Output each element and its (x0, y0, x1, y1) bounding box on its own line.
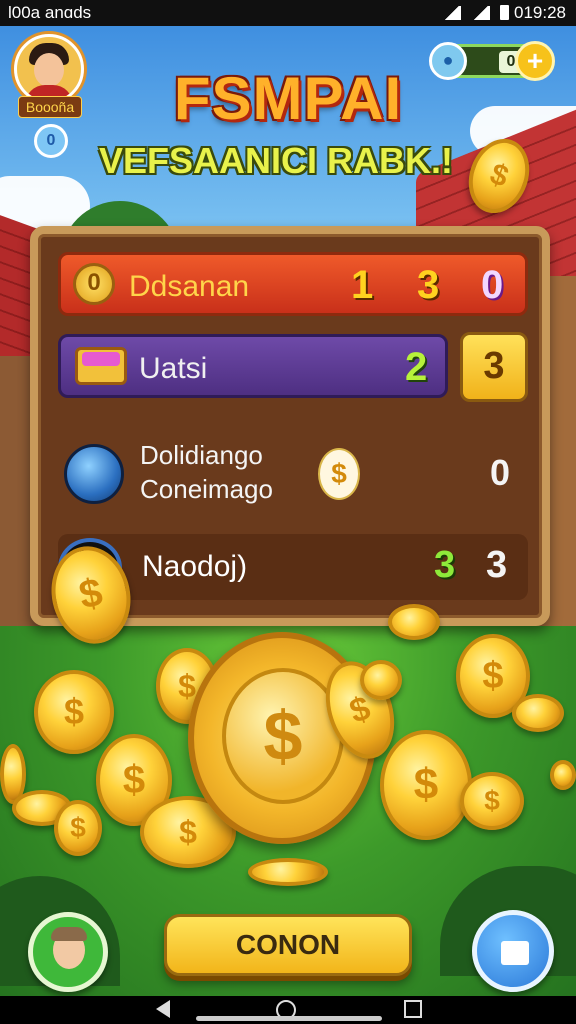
shop-button[interactable] (472, 910, 554, 992)
coin-icon: 0 (73, 263, 115, 305)
system-nav-bar (0, 996, 576, 1024)
chest-icon (75, 347, 127, 385)
coin-icon (248, 858, 328, 886)
row-label: Naodoj) (142, 550, 248, 583)
row-value: 0 (481, 263, 504, 307)
coin-icon: $ (54, 800, 102, 856)
coin-icon (388, 604, 440, 640)
row-value: 2 (405, 345, 428, 389)
row-value: 0 (490, 452, 511, 493)
leaderboard-row[interactable]: Uatsi 2 (58, 334, 448, 398)
row-value: 3 (486, 544, 508, 586)
row-label: Dolidiango Coneimago (140, 438, 273, 506)
rank-badge[interactable]: 3 (460, 332, 528, 402)
row-label-line2: Coneimago (140, 474, 273, 504)
status-right: 019:28 (437, 3, 566, 23)
status-bar: Ɩ00a anɑds 019:28 (0, 0, 576, 26)
row-label-line1: Dolidiango (140, 440, 263, 470)
coin-icon: $ (380, 730, 472, 840)
battery-icon (500, 5, 510, 20)
collect-button[interactable]: CONON (164, 914, 412, 976)
coin-icon (550, 760, 576, 790)
row-value: 1 (351, 263, 374, 307)
coin-icon (512, 694, 564, 732)
status-left-text: Ɩ00a anɑds (8, 3, 92, 22)
coin-icon (360, 660, 402, 700)
signal-icon (471, 6, 490, 20)
coin-icon: $ (460, 772, 524, 830)
character-button[interactable] (28, 912, 108, 992)
row-value: 3 (434, 544, 456, 586)
game-title: FSMPAI (173, 65, 403, 132)
recents-icon[interactable] (404, 1000, 422, 1018)
character-hair (51, 927, 87, 941)
row-value: 3 (417, 263, 440, 307)
coin-icon: $ (318, 448, 360, 500)
bag-icon (501, 941, 529, 965)
helmet-icon (64, 444, 124, 504)
clock: 019:28 (514, 3, 566, 22)
row-label: Ddsanan (129, 270, 250, 303)
back-icon[interactable] (156, 1000, 170, 1018)
leaderboard-row[interactable]: 0 Ddsanan 1 3 0 (58, 252, 528, 316)
row-label: Uatsi (139, 352, 208, 385)
coin-icon: $ (34, 670, 114, 754)
leaderboard-row[interactable]: Dolidiango Coneimago $ 0 (64, 434, 524, 514)
wifi-icon (442, 6, 461, 20)
gesture-pill[interactable] (196, 1016, 382, 1021)
